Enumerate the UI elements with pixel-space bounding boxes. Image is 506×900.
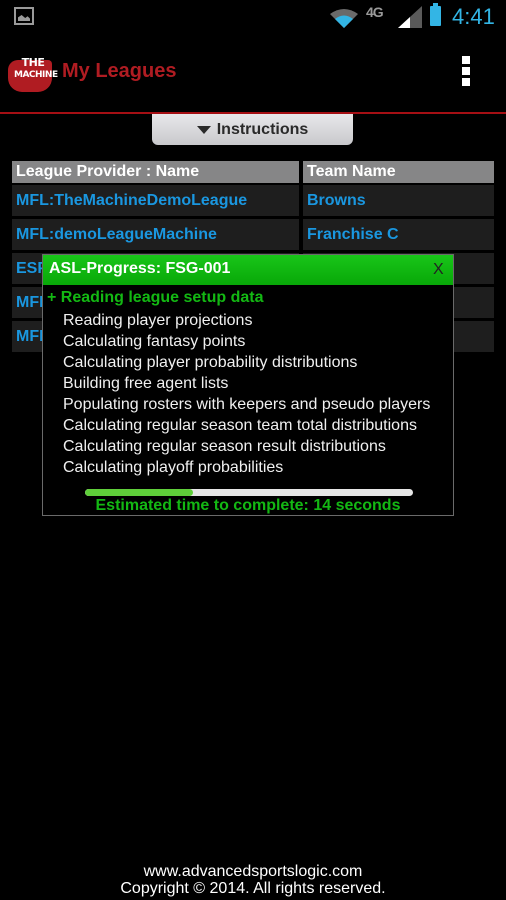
signal-icon [398,6,422,28]
step-item: Populating rosters with keepers and pseu… [63,396,431,413]
wifi-icon [330,9,358,28]
step-item: Calculating player probability distribut… [63,354,358,371]
progress-bar [85,489,413,496]
status-bar: 4G 4:41 [0,0,506,36]
image-notification-icon [14,7,34,25]
step-item: Calculating playoff probabilities [63,459,284,476]
app-logo[interactable]: THE MACHINE [6,54,58,92]
logo-line-2: MACHINE [14,70,58,80]
dialog-title: ASL-Progress: FSG-001 [49,260,231,277]
header-league-provider: League Provider : Name [12,161,299,183]
eta-text: Estimated time to complete: 14 seconds [95,497,401,514]
table-row-league[interactable]: MFL:TheMachineDemoLeague [12,185,299,216]
copyright-text: Copyright © 2014. All rights reserved. [120,880,386,897]
table-row-league[interactable]: MFL:demoLeagueMachine [12,219,299,250]
battery-icon [430,3,441,26]
instructions-button[interactable]: Instructions [152,114,353,145]
step-item: Calculating regular season team total di… [63,417,417,434]
step-item: Reading player projections [63,312,253,329]
close-button[interactable]: X [433,261,444,279]
logo-line-1: THE [21,56,45,69]
overflow-menu-icon[interactable] [459,56,473,90]
instructions-label: Instructions [216,120,309,138]
step-item: Calculating regular season result distri… [63,438,386,455]
page-title: My Leagues [62,60,177,82]
progress-fill [85,489,194,496]
logo-text: THE MACHINE [14,56,58,81]
table-row-team[interactable]: Browns [303,185,494,216]
active-step: + Reading league setup data [47,289,264,306]
clock: 4:41 [452,4,495,29]
triangle-down-icon [196,125,211,134]
network-type: 4G [366,4,384,20]
table-row-team[interactable]: Franchise C [303,219,494,250]
footer: www.advancedsportslogic.com Copyright © … [0,863,506,897]
action-bar: THE MACHINE My Leagues [0,36,506,112]
progress-dialog: ASL-Progress: FSG-001 X + Reading league… [42,254,454,516]
step-item: Calculating fantasy points [63,333,246,350]
step-item: Building free agent lists [63,375,229,392]
website-link[interactable]: www.advancedsportslogic.com [0,863,506,880]
step-list: Reading player projections Calculating f… [63,310,430,478]
dialog-header: ASL-Progress: FSG-001 X [43,255,453,285]
header-team-name: Team Name [303,161,494,183]
